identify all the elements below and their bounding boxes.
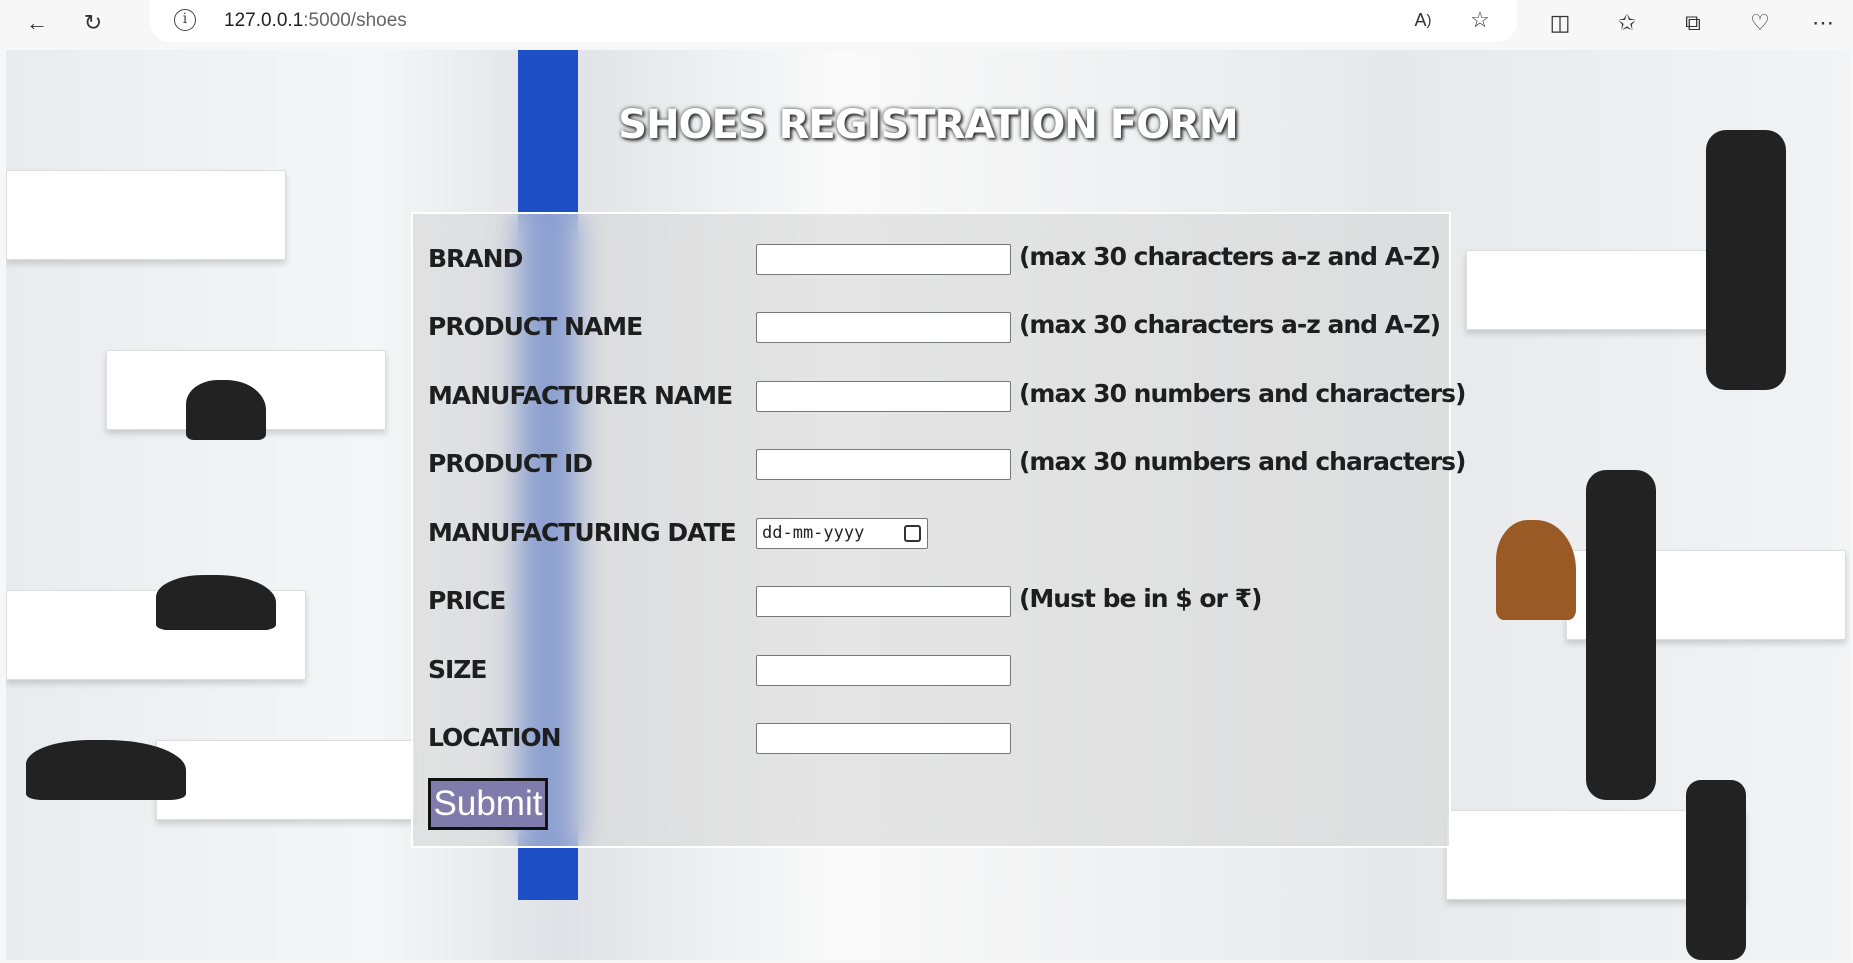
product-name-row: PRODUCT NAME (max 30 characters a-z and … <box>413 308 1449 348</box>
location-input[interactable] <box>756 723 1011 754</box>
url-text[interactable]: 127.0.0.1:5000/shoes <box>224 10 407 32</box>
brand-input[interactable] <box>756 244 1011 275</box>
size-label: SIZE <box>428 655 488 684</box>
product-id-label: PRODUCT ID <box>428 449 593 478</box>
background-decor <box>1706 130 1786 390</box>
size-row: SIZE <box>413 651 1449 691</box>
manufacturing-date-label: MANUFACTURING DATE <box>428 518 737 547</box>
manufacturing-date-row: MANUFACTURING DATE dd-mm-yyyy <box>413 514 1449 554</box>
url-path: :5000/shoes <box>303 10 407 31</box>
location-label: LOCATION <box>428 723 562 752</box>
background-decor <box>1586 470 1656 800</box>
submit-button[interactable]: Submit <box>428 778 548 830</box>
favorite-star-icon[interactable]: ☆ <box>1465 5 1495 35</box>
split-screen-icon[interactable]: ◫ <box>1545 8 1575 38</box>
more-menu-icon[interactable]: ⋯ <box>1808 8 1838 38</box>
background-decor <box>186 380 266 440</box>
brand-row: BRAND (max 30 characters a-z and A-Z) <box>413 240 1449 280</box>
manufacturing-date-input[interactable]: dd-mm-yyyy <box>756 518 928 549</box>
background-decor <box>1496 520 1576 620</box>
product-id-hint: (max 30 numbers and characters) <box>1019 447 1466 476</box>
manufacturer-name-label: MANUFACTURER NAME <box>428 381 733 410</box>
product-id-row: PRODUCT ID (max 30 numbers and character… <box>413 445 1466 485</box>
date-placeholder: dd-mm-yyyy <box>762 523 865 543</box>
background-decor <box>26 740 186 800</box>
price-input[interactable] <box>756 586 1011 617</box>
collections-icon[interactable]: ⧉ <box>1678 8 1708 38</box>
browser-essentials-icon[interactable]: ♡ <box>1745 8 1775 38</box>
background-decor <box>1466 250 1716 330</box>
manufacturer-name-input[interactable] <box>756 381 1011 412</box>
browser-toolbar: ← ↻ i 127.0.0.1:5000/shoes A) ☆ ◫ ✩ ⧉ ♡ … <box>0 0 1853 50</box>
calendar-icon[interactable] <box>904 525 921 542</box>
product-name-label: PRODUCT NAME <box>428 312 643 341</box>
location-row: LOCATION <box>413 719 1449 759</box>
background-decor <box>156 575 276 630</box>
price-hint: (Must be in $ or ₹) <box>1019 584 1262 613</box>
size-input[interactable] <box>756 655 1011 686</box>
page-title: SHOES REGISTRATION FORM <box>618 102 1238 148</box>
brand-hint: (max 30 characters a-z and A-Z) <box>1019 242 1441 271</box>
product-name-hint: (max 30 characters a-z and A-Z) <box>1019 310 1441 339</box>
back-icon[interactable]: ← <box>22 8 52 38</box>
product-id-input[interactable] <box>756 449 1011 480</box>
page-background: SHOES REGISTRATION FORM BRAND (max 30 ch… <box>6 50 1850 960</box>
refresh-icon[interactable]: ↻ <box>78 8 108 38</box>
background-decor <box>156 740 416 820</box>
address-bar[interactable]: i 127.0.0.1:5000/shoes A) ☆ <box>150 0 1517 42</box>
brand-label: BRAND <box>428 244 523 273</box>
price-label: PRICE <box>428 586 506 615</box>
price-row: PRICE (Must be in $ or ₹) <box>413 582 1449 622</box>
manufacturer-name-hint: (max 30 numbers and characters) <box>1019 379 1466 408</box>
shoes-registration-form: BRAND (max 30 characters a-z and A-Z) PR… <box>411 212 1466 848</box>
background-decor <box>6 170 286 260</box>
product-name-input[interactable] <box>756 312 1011 343</box>
url-host: 127.0.0.1 <box>224 10 304 31</box>
info-icon[interactable]: i <box>174 9 196 31</box>
background-decor <box>1686 780 1746 960</box>
favorites-icon[interactable]: ✩ <box>1612 8 1642 38</box>
read-aloud-icon[interactable]: A) <box>1408 5 1438 35</box>
manufacturer-name-row: MANUFACTURER NAME (max 30 numbers and ch… <box>413 377 1466 417</box>
